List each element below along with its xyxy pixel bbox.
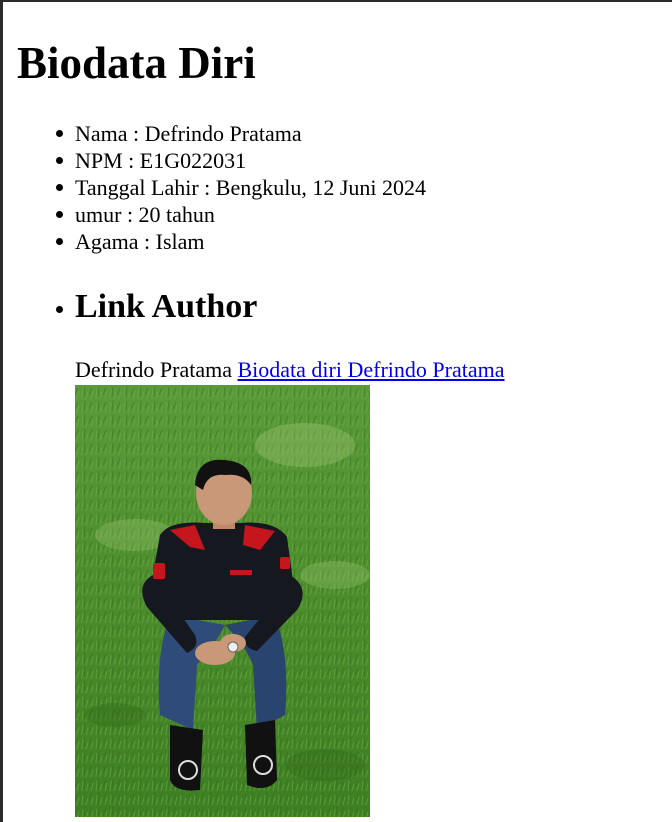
author-heading: Link Author (75, 288, 258, 325)
page-title: Biodata Diri (17, 38, 256, 88)
list-item-npm: NPM : E1G022031 (16, 147, 426, 174)
list-item-nama: Nama : Defrindo Pratama (16, 120, 426, 147)
window-frame-top (0, 0, 672, 2)
author-line: Defrindo Pratama Biodata diri Defrindo P… (75, 356, 504, 383)
window-frame-left (0, 0, 3, 822)
biodata-list: Nama : Defrindo Pratama NPM : E1G022031 … (16, 120, 426, 255)
author-section: Link Author Defrindo Pratama Biodata dir… (16, 286, 504, 382)
author-list-item: Link Author (16, 286, 257, 328)
author-name: Defrindo Pratama (75, 357, 238, 382)
list-item-umur: umur : 20 tahun (16, 201, 426, 228)
list-item-agama: Agama : Islam (16, 228, 426, 255)
list-item-tanggal-lahir: Tanggal Lahir : Bengkulu, 12 Juni 2024 (16, 174, 426, 201)
author-link[interactable]: Biodata diri Defrindo Pratama (238, 357, 505, 382)
portrait-photo (75, 385, 370, 817)
